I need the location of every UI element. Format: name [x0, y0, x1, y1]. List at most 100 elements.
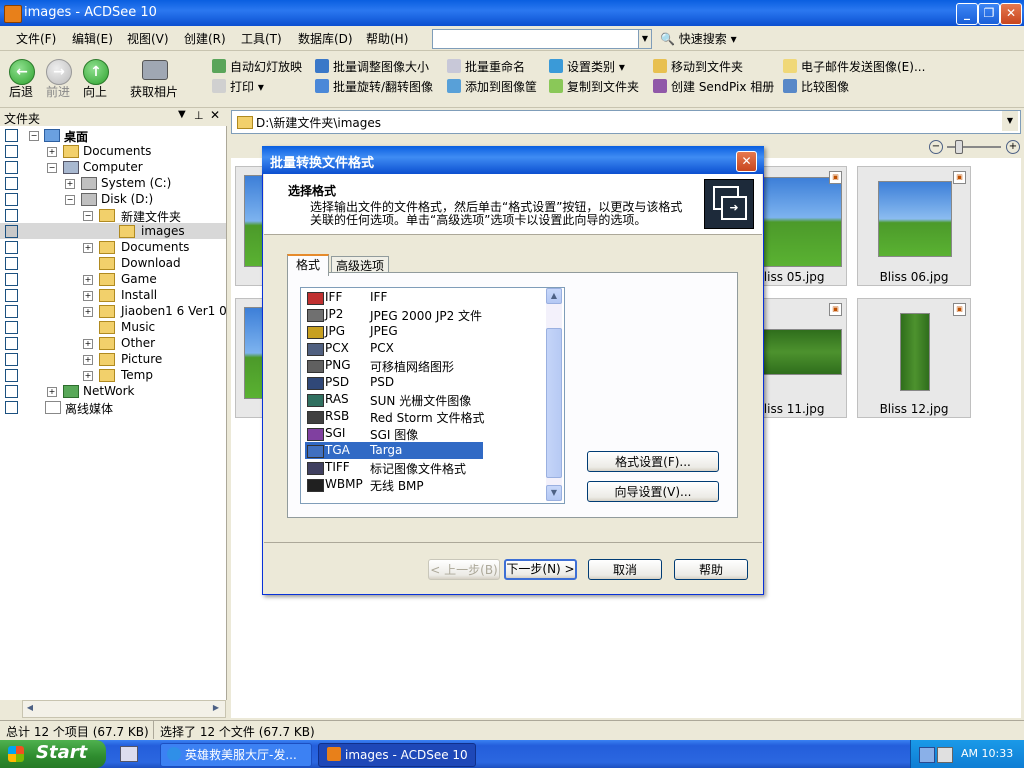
minimize-button[interactable]: _ [956, 3, 978, 25]
tree-item-other[interactable]: + Other [0, 335, 226, 351]
back-button[interactable]: 后退 [9, 83, 33, 100]
close-button[interactable]: ✕ [1000, 3, 1022, 25]
zoom-slider-thumb[interactable] [955, 140, 963, 154]
collapse-icon[interactable]: − [29, 131, 39, 141]
expand-icon[interactable]: + [83, 275, 93, 285]
checkbox-partial[interactable] [5, 225, 18, 238]
dialog-titlebar[interactable]: 批量转换文件格式 [262, 146, 764, 174]
tree-item-documents[interactable]: + Documents [0, 143, 226, 159]
expand-icon[interactable]: + [47, 387, 57, 397]
expand-icon[interactable]: + [83, 307, 93, 317]
checkbox[interactable] [5, 273, 18, 286]
panel-close-icon[interactable]: ✕ [210, 108, 220, 122]
up-arrow-icon[interactable]: ↑ [83, 59, 109, 85]
next-button[interactable]: 下一步(N) > [504, 559, 577, 580]
format-settings-button[interactable]: 格式设置(F)... [587, 451, 719, 472]
checkbox[interactable] [5, 129, 18, 142]
tree-item-images[interactable]: images [0, 223, 226, 239]
scroll-down-arrow-icon[interactable]: ▼ [546, 485, 562, 501]
camera-icon[interactable] [142, 60, 168, 80]
zoom-in-icon[interactable]: + [1006, 140, 1020, 154]
search-input[interactable] [432, 29, 640, 49]
batch-rename-button[interactable]: 批量重命名 [447, 58, 525, 76]
collapse-icon[interactable]: − [83, 211, 93, 221]
tree-item-jiaoben[interactable]: + Jiaoben1 6 Ver1 0 [0, 303, 227, 319]
up-button[interactable]: 向上 [83, 83, 107, 100]
menu-tools[interactable]: 工具(T) [241, 30, 282, 47]
checkbox[interactable] [5, 353, 18, 366]
format-item-sgi[interactable]: SGI SGI 图像 [305, 425, 483, 442]
format-item-ras[interactable]: RAS SUN 光栅文件图像 [305, 391, 483, 408]
tree-item-picture[interactable]: + Picture [0, 351, 226, 367]
slideshow-button[interactable]: 自动幻灯放映 [212, 58, 302, 76]
copy-to-folder-button[interactable]: 复制到文件夹 [549, 78, 639, 96]
scroll-thumb[interactable] [546, 328, 562, 478]
tree-item-download[interactable]: Download [0, 255, 226, 271]
collapse-icon[interactable]: − [65, 195, 75, 205]
scroll-left-arrow-icon[interactable]: ◀ [23, 701, 37, 715]
menu-edit[interactable]: 编辑(E) [72, 30, 113, 47]
tree-item-documents-d[interactable]: + Documents [0, 239, 226, 255]
taskbar-item-browser[interactable]: 英雄救美服大厅-发... [160, 743, 312, 767]
expand-icon[interactable]: + [47, 147, 57, 157]
checkbox[interactable] [5, 369, 18, 382]
address-bar[interactable]: D:\新建文件夹\images [231, 110, 1021, 134]
tree-item-install[interactable]: + Install [0, 287, 226, 303]
dialog-close-button[interactable]: ✕ [736, 151, 757, 172]
forward-button[interactable]: 前进 [46, 83, 70, 100]
batch-rotate-button[interactable]: 批量旋转/翻转图像 [315, 78, 433, 96]
format-item-pcx[interactable]: PCX PCX [305, 340, 483, 357]
window-titlebar[interactable]: images - ACDSee 10 _ ❐ ✕ [0, 0, 1024, 26]
scroll-up-arrow-icon[interactable]: ▲ [546, 288, 562, 304]
tree-item-desktop[interactable]: − 桌面 [0, 127, 226, 144]
menu-view[interactable]: 视图(V) [127, 30, 169, 47]
panel-menu-arrow-icon[interactable]: ▼ [178, 109, 186, 120]
format-item-jp2[interactable]: JP2 JPEG 2000 JP2 文件 [305, 306, 483, 323]
volume-icon[interactable] [937, 747, 953, 763]
format-item-tga[interactable]: TGA Targa [305, 442, 483, 459]
network-tray-icon[interactable] [919, 747, 935, 763]
print-button[interactable]: 打印 ▾ [212, 78, 264, 96]
checkbox[interactable] [5, 289, 18, 302]
acquire-photos-button[interactable]: 获取相片 [130, 83, 178, 100]
format-list[interactable]: IFF IFF JP2 JPEG 2000 JP2 文件 JPG JPEG PCX PCX PN… [300, 287, 565, 504]
expand-icon[interactable]: + [83, 291, 93, 301]
quick-search-button[interactable]: 🔍 快速搜索 ▾ [660, 30, 737, 47]
expand-icon[interactable]: + [83, 371, 93, 381]
format-item-jpg[interactable]: JPG JPEG [305, 323, 483, 340]
cancel-button[interactable]: 取消 [588, 559, 662, 580]
expand-icon[interactable]: + [65, 179, 75, 189]
batch-resize-button[interactable]: 批量调整图像大小 [315, 58, 429, 76]
add-to-basket-button[interactable]: 添加到图像筐 [447, 78, 537, 96]
forward-arrow-icon[interactable]: → [46, 59, 72, 85]
help-button[interactable]: 帮助 [674, 559, 748, 580]
search-dropdown-arrow[interactable]: ▼ [638, 29, 652, 49]
maximize-button[interactable]: ❐ [978, 3, 1000, 25]
checkbox[interactable] [5, 193, 18, 206]
show-desktop-icon[interactable] [120, 746, 138, 762]
email-images-button[interactable]: 电子邮件发送图像(E)... [783, 58, 925, 76]
thumbnail-item[interactable]: ▣ Bliss 06.jpg [857, 166, 971, 286]
expand-icon[interactable]: + [83, 243, 93, 253]
clock[interactable]: AM 10:33 [961, 747, 1013, 760]
expand-icon[interactable]: + [83, 339, 93, 349]
format-item-wbmp[interactable]: WBMP 无线 BMP [305, 476, 483, 493]
tree-item-game[interactable]: + Game [0, 271, 226, 287]
pin-icon[interactable]: ⊥ [194, 109, 204, 122]
checkbox[interactable] [5, 321, 18, 334]
checkbox[interactable] [5, 241, 18, 254]
tree-scroll-left[interactable] [4, 700, 20, 716]
format-item-png[interactable]: PNG 可移植网络图形 [305, 357, 483, 374]
menu-create[interactable]: 创建(R) [184, 30, 226, 47]
menu-help[interactable]: 帮助(H) [366, 30, 408, 47]
format-list-scrollbar[interactable]: ▲ ▼ [546, 288, 562, 501]
checkbox[interactable] [5, 257, 18, 270]
collapse-icon[interactable]: − [47, 163, 57, 173]
back-arrow-icon[interactable]: ← [9, 59, 35, 85]
tree-item-temp[interactable]: + Temp [0, 367, 226, 383]
format-item-iff[interactable]: IFF IFF [305, 289, 483, 306]
checkbox[interactable] [5, 177, 18, 190]
start-button[interactable]: Start [0, 740, 106, 768]
format-item-psd[interactable]: PSD PSD [305, 374, 483, 391]
thumbnail-item[interactable]: ▣ Bliss 12.jpg [857, 298, 971, 418]
